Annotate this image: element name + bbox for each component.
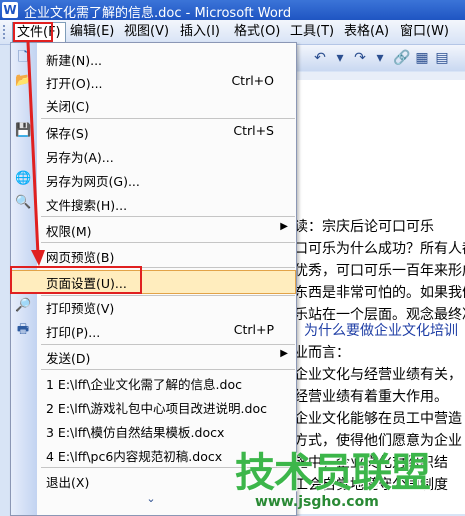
annotation-arrow-icon: [26, 41, 45, 266]
watermark-url-text: www.jsgho.com: [255, 494, 379, 510]
watermark-logo: 技术员联盟 www.jsgho.com: [235, 440, 465, 514]
watermark-main-text: 技术员联盟: [235, 450, 431, 496]
